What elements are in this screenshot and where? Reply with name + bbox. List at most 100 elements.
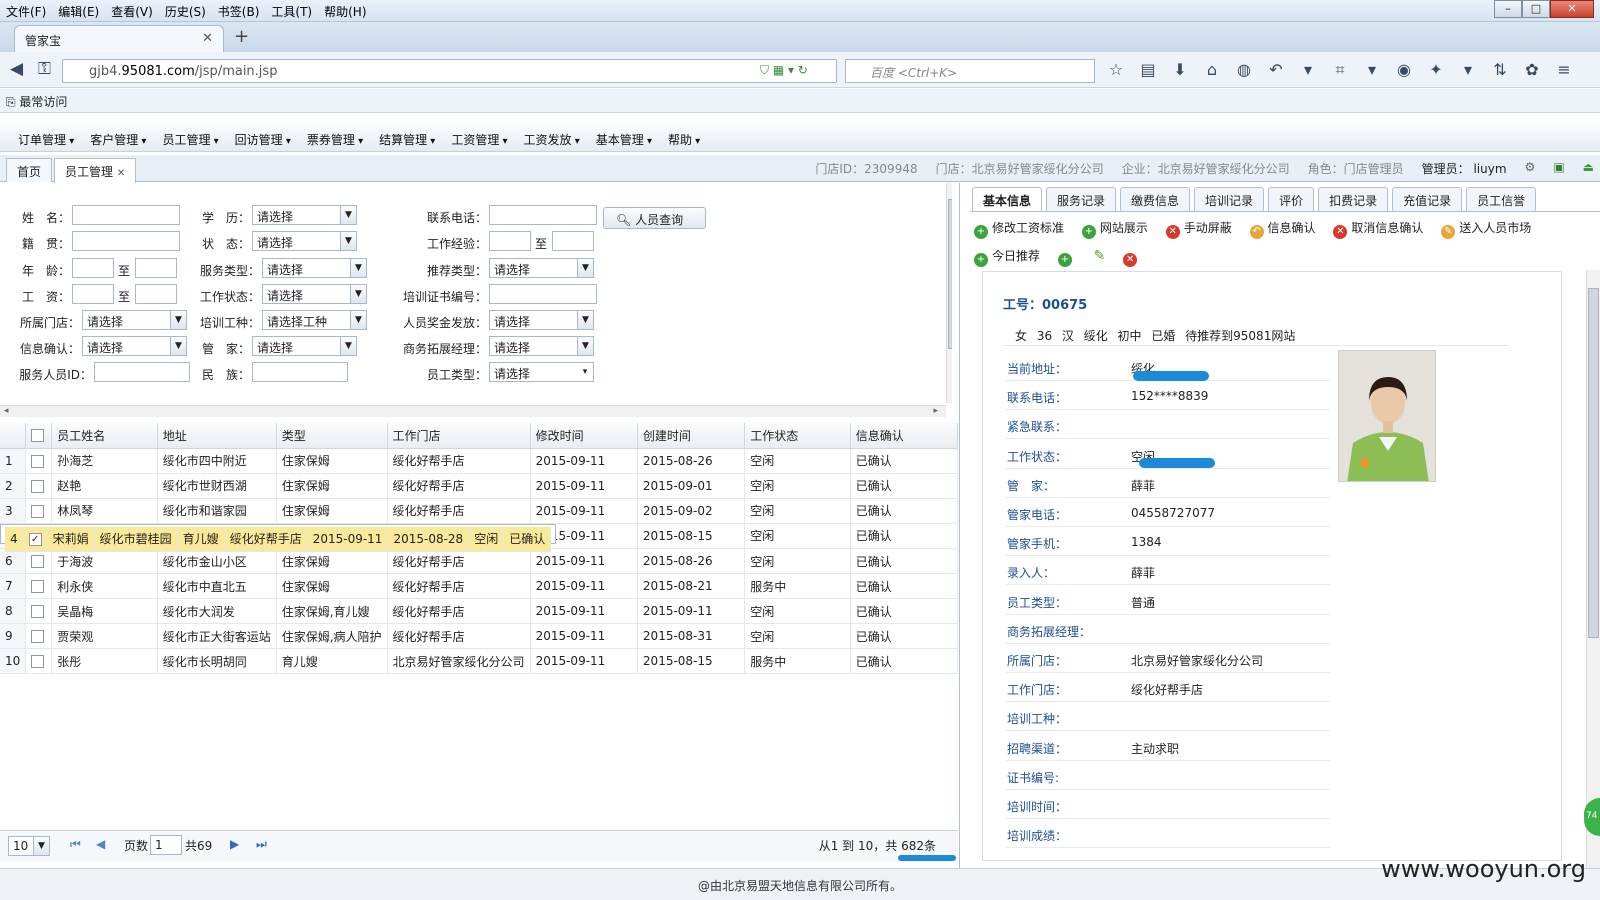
form-scrollbar[interactable] bbox=[946, 183, 952, 403]
info-confirm-button[interactable]: ↶ 信息确认 bbox=[1249, 219, 1316, 239]
training-select[interactable]: 请选择工种 ▼ bbox=[262, 310, 367, 330]
back-icon[interactable]: ◀ bbox=[10, 59, 23, 79]
bookmark-most-visited[interactable]: 最常访问 bbox=[19, 95, 67, 109]
chevron-down-icon[interactable]: ▼ bbox=[340, 232, 356, 250]
status-select[interactable]: 请选择 ▼ bbox=[252, 231, 357, 251]
menu-settlement[interactable]: 结算管理 bbox=[371, 124, 443, 151]
tab-service-records[interactable]: 服务记录 bbox=[1046, 187, 1117, 211]
header-store[interactable]: 工作门店 bbox=[387, 423, 531, 449]
shield-icon[interactable]: ⛉ ▦ ▾ ↻ bbox=[760, 63, 808, 78]
today-recommend-button[interactable]: + 今日推荐 bbox=[974, 247, 1040, 267]
header-work-status[interactable]: 工作状态 bbox=[744, 423, 851, 449]
table-row[interactable]: 4 ✓ 宋莉娟 绥化市碧桂园 育儿嫂 绥化好帮手店 2015-09-11 2015-08-28… bbox=[0, 523, 557, 552]
bd-manager-select[interactable]: 请选择 ▼ bbox=[489, 336, 594, 356]
minimize-button[interactable]: – bbox=[1494, 0, 1522, 18]
modify-salary-button[interactable]: + 修改工资标准 bbox=[974, 219, 1064, 239]
manual-block-button[interactable]: ✕ 手动屏蔽 bbox=[1165, 219, 1232, 239]
row-checkbox-cell[interactable] bbox=[25, 473, 53, 499]
tab-deduction-records[interactable]: 扣费记录 bbox=[1318, 187, 1389, 211]
tab-staff-credit[interactable]: 员工信誉 bbox=[1466, 187, 1537, 211]
undo-icon[interactable]: ↶ bbox=[1265, 60, 1287, 80]
header-name[interactable]: 员工姓名 bbox=[51, 423, 158, 449]
first-page-icon[interactable]: ⏮ bbox=[70, 837, 81, 852]
menu-file[interactable]: 文件(F) bbox=[0, 0, 52, 23]
experience-to-input[interactable] bbox=[552, 231, 594, 251]
select-all-checkbox[interactable] bbox=[31, 429, 45, 443]
tab-staff-management[interactable]: 员工管理 ✕ bbox=[54, 158, 137, 183]
close-window-button[interactable]: ✕ bbox=[1550, 0, 1594, 18]
maximize-button[interactable]: □ bbox=[1522, 0, 1550, 18]
staff-type-select[interactable]: 请选择 ▾ bbox=[489, 362, 594, 382]
nation-input[interactable] bbox=[252, 362, 348, 382]
table-row[interactable]: 6 于海波 绥化市金山小区 住家保姆 绥化好帮手店 2015-09-11 2015-08-2… bbox=[0, 548, 959, 574]
staff-id-input[interactable] bbox=[94, 362, 190, 382]
home-icon[interactable]: ⌂ bbox=[1201, 60, 1223, 80]
scroll-right-icon[interactable]: ▸ bbox=[933, 406, 938, 416]
form-hscrollbar[interactable]: ◂ ▸ bbox=[0, 405, 946, 417]
browser-tab[interactable]: 管家宝 ✕ bbox=[14, 25, 224, 52]
row-checkbox[interactable] bbox=[31, 630, 45, 643]
tab-training-records[interactable]: 培训记录 bbox=[1194, 187, 1265, 211]
salary-to-input[interactable] bbox=[135, 284, 177, 304]
bonus-select[interactable]: 请选择 ▼ bbox=[489, 310, 594, 330]
menu-visits[interactable]: 回访管理 bbox=[227, 124, 299, 151]
addon-icon[interactable]: ✿ bbox=[1521, 60, 1543, 80]
menu-edit[interactable]: 编辑(E) bbox=[52, 0, 105, 23]
extension-icon[interactable]: ✦ bbox=[1425, 60, 1447, 80]
menu-tools[interactable]: 工具(T) bbox=[265, 0, 318, 23]
delete-button[interactable]: ✕ bbox=[1123, 249, 1141, 267]
sync-icon[interactable]: ⇅ bbox=[1489, 60, 1511, 80]
row-checkbox[interactable] bbox=[31, 504, 45, 518]
dropdown-icon[interactable]: ▾ bbox=[1297, 60, 1319, 80]
service-type-select[interactable]: 请选择 ▼ bbox=[262, 258, 367, 278]
row-checkbox-cell[interactable] bbox=[25, 548, 53, 574]
chevron-down-icon[interactable]: ▼ bbox=[33, 837, 49, 855]
menu-history[interactable]: 历史(S) bbox=[159, 0, 212, 23]
header-modified[interactable]: 修改时间 bbox=[530, 423, 638, 449]
tab-payment-info[interactable]: 缴费信息 bbox=[1120, 187, 1191, 211]
chevron-down-icon[interactable]: ▼ bbox=[577, 311, 593, 329]
hometown-input[interactable] bbox=[72, 231, 180, 251]
exit-icon[interactable]: ⏏ bbox=[1583, 160, 1594, 177]
table-row[interactable]: 3 林凤琴 绥化市和谐家园 住家保姆 绥化好帮手店 2015-09-11 2015-09-0… bbox=[0, 498, 959, 524]
dropdown-icon-3[interactable]: ▾ bbox=[1457, 60, 1479, 80]
chat-icon[interactable]: ◍ bbox=[1233, 60, 1255, 80]
menu-customers[interactable]: 客户管理 bbox=[82, 124, 154, 151]
search-bar[interactable]: 百度 <Ctrl+K> bbox=[845, 59, 1095, 83]
hamburger-menu-icon[interactable]: ≡ bbox=[1553, 60, 1575, 80]
cert-no-input[interactable] bbox=[489, 284, 597, 304]
menu-salary[interactable]: 工资管理 bbox=[443, 124, 515, 151]
header-address[interactable]: 地址 bbox=[157, 423, 277, 449]
table-row[interactable]: 9 贾荣观 绥化市正大街客运站 住家保姆,病人陪护 绥化好帮手店 2015-09-11 20… bbox=[0, 623, 959, 649]
phone-input[interactable] bbox=[489, 205, 597, 225]
new-tab-icon[interactable]: + bbox=[234, 26, 249, 47]
menu-view[interactable]: 查看(V) bbox=[105, 0, 159, 23]
chevron-down-icon[interactable]: ▼ bbox=[340, 206, 356, 224]
confirm-select[interactable]: 请选择 ▼ bbox=[82, 336, 187, 356]
row-checkbox-cell[interactable] bbox=[25, 623, 53, 649]
row-checkbox[interactable] bbox=[31, 454, 45, 468]
menu-basic[interactable]: 基本管理 bbox=[588, 124, 660, 151]
detail-scrollbar[interactable] bbox=[1586, 270, 1600, 868]
download-icon[interactable]: ⬇ bbox=[1169, 60, 1191, 80]
tab-home[interactable]: 首页 bbox=[6, 158, 53, 182]
prev-page-icon[interactable]: ◀ bbox=[96, 837, 105, 851]
row-checkbox-cell[interactable] bbox=[25, 448, 53, 474]
row-checkbox-cell[interactable] bbox=[25, 498, 53, 524]
close-tab-icon[interactable]: ✕ bbox=[117, 168, 125, 179]
header-confirm[interactable]: 信息确认 bbox=[850, 423, 959, 449]
table-row[interactable]: 1 孙海芝 绥化市四中附近 住家保姆 绥化好帮手店 2015-09-11 2015-08-2… bbox=[0, 448, 959, 474]
edit-button[interactable]: ✎ bbox=[1094, 248, 1106, 264]
age-from-input[interactable] bbox=[72, 258, 114, 278]
chevron-down-icon[interactable]: ▼ bbox=[170, 311, 186, 329]
row-checkbox[interactable] bbox=[31, 555, 45, 568]
reader-icon[interactable]: ▤ bbox=[1137, 60, 1159, 80]
chevron-down-icon[interactable]: ▾ bbox=[577, 363, 593, 381]
dropdown-icon-2[interactable]: ▾ bbox=[1361, 60, 1383, 80]
salary-from-input[interactable] bbox=[72, 284, 114, 304]
cancel-confirm-button[interactable]: ✕ 取消信息确认 bbox=[1333, 219, 1423, 239]
close-tab-icon[interactable]: ✕ bbox=[202, 31, 213, 46]
menu-bookmarks[interactable]: 书签(B) bbox=[212, 0, 266, 23]
page-input[interactable]: 1 bbox=[150, 835, 182, 855]
row-checkbox[interactable] bbox=[31, 479, 45, 493]
